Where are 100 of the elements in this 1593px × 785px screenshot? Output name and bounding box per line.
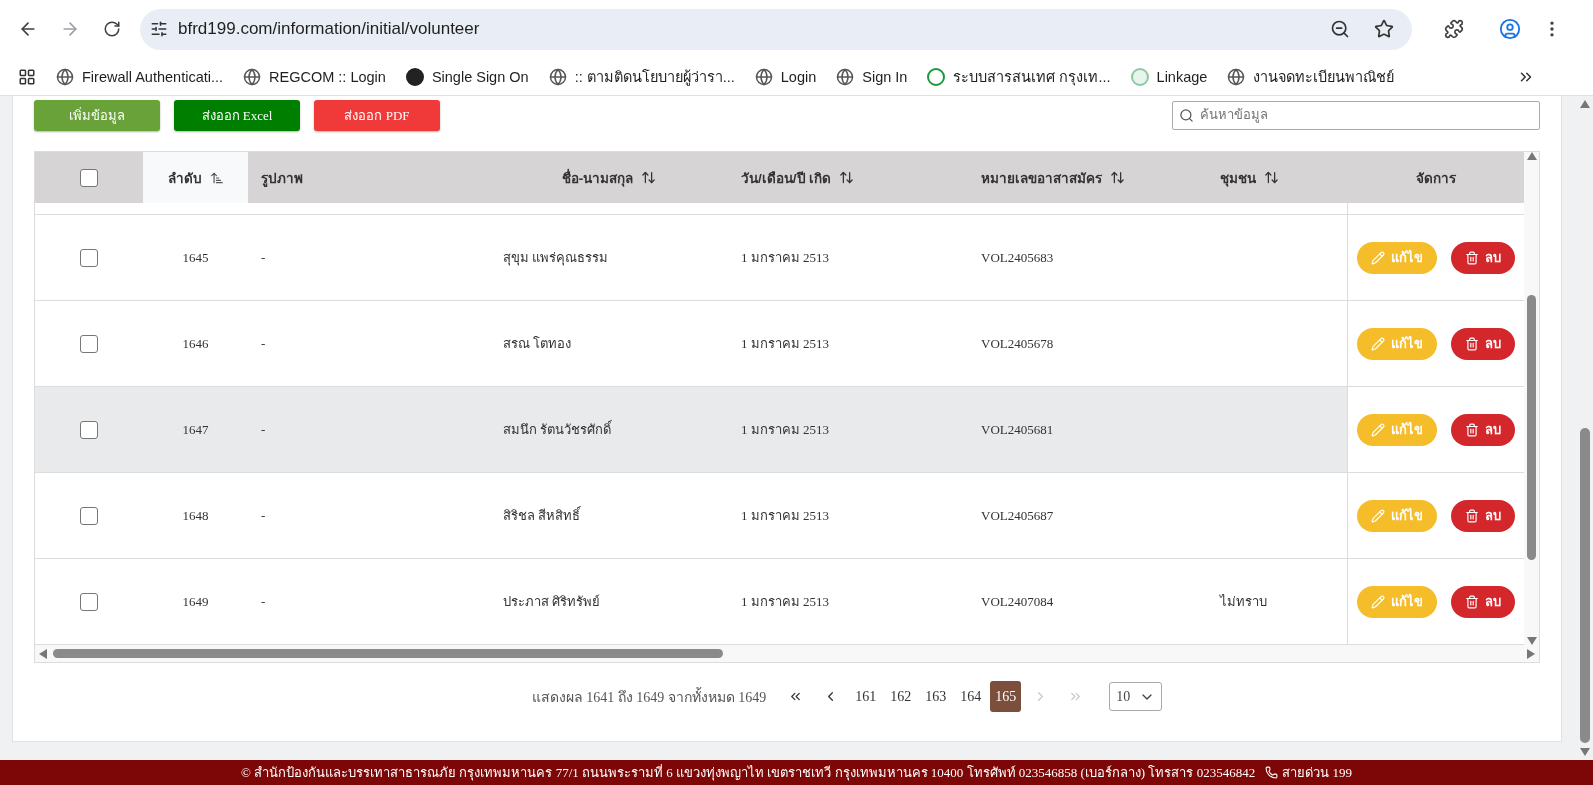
table-cell: VOL2405687 bbox=[981, 507, 1054, 524]
table-cell: VOL2405678 bbox=[981, 335, 1054, 352]
table-cell-text: สุขุม แพร่คุณธรรม bbox=[503, 249, 609, 268]
footer-text: © สำนักป้องกันและบรรเทาสาธารณภัย กรุงเทพมหานคร 77/1 ถนนพระรามที่ 6 แขวงทุ่งพญาไท เขตราชเทวี กรุงเทพมหานคร 10400 โทรศัพท์ 023546858 (เบอร์กลาง) โทรสาร 023546842 bbox=[241, 763, 1256, 783]
table-cell: VOL2405683 bbox=[981, 249, 1054, 266]
column-header[interactable]: ชุมชน bbox=[1220, 166, 1256, 189]
sort-icon[interactable] bbox=[1264, 170, 1279, 185]
bookmark-link[interactable]: REGCOM :: Login bbox=[243, 67, 386, 86]
scroll-down-arrow-icon[interactable] bbox=[1580, 748, 1590, 756]
bookmark-link[interactable]: Sign In bbox=[836, 67, 908, 86]
page-button[interactable]: 162 bbox=[885, 681, 917, 712]
puzzle-icon[interactable] bbox=[1444, 19, 1464, 39]
delete-button[interactable]: ลบ bbox=[1451, 585, 1515, 618]
table-cell: VOL2405681 bbox=[981, 421, 1054, 438]
page-button[interactable]: 163 bbox=[920, 681, 952, 712]
delete-button[interactable]: ลบ bbox=[1451, 327, 1515, 360]
delete-button[interactable]: ลบ bbox=[1451, 413, 1515, 446]
row-checkbox[interactable] bbox=[80, 506, 98, 525]
table-cell-text: 1 มกราคม 2513 bbox=[741, 507, 829, 525]
pencil-icon bbox=[1371, 422, 1385, 437]
scroll-up-arrow-icon[interactable] bbox=[1580, 100, 1590, 108]
hotline-text: สายด่วน 199 bbox=[1265, 762, 1352, 783]
address-bar[interactable]: bfrd199.com/information/initial/volunteer bbox=[140, 8, 1412, 50]
globe-icon bbox=[548, 67, 567, 86]
column-header[interactable]: หมายเลขอาสาสมัคร bbox=[981, 166, 1102, 189]
horizontal-scrollbar[interactable] bbox=[35, 645, 1539, 662]
table-cell: - bbox=[261, 335, 266, 352]
delete-button[interactable]: ลบ bbox=[1451, 499, 1515, 532]
table-row[interactable]: 1649 - ประภาส ศิริทรัพย์ 1 มกราคม 2513 VOL2407084 ไม่ทราบ แก้ไข ลบ bbox=[35, 559, 1524, 645]
table-cell: 1649 bbox=[182, 593, 209, 610]
bookmark-link[interactable]: :: ตามติดนโยบายผู้ว่ารา... bbox=[548, 65, 735, 88]
table-row[interactable]: 1648 - สิริชล สีหสิทธิ์ 1 มกราคม 2513 VOL2405687 แก้ไข ลบ bbox=[35, 473, 1524, 559]
globe-icon bbox=[243, 67, 262, 86]
bookmark-link[interactable]: Linkage bbox=[1130, 67, 1208, 86]
table-cell: VOL2407084 bbox=[981, 593, 1054, 610]
zoom-icon[interactable] bbox=[1330, 19, 1350, 39]
page-button[interactable]: 165 bbox=[990, 681, 1022, 712]
column-header[interactable]: ชื่อ-นามสกุล bbox=[561, 166, 634, 189]
table-cell-text: สรณ โตทอง bbox=[503, 335, 572, 353]
column-header: รูปภาพ bbox=[261, 169, 303, 189]
row-checkbox[interactable] bbox=[80, 420, 98, 439]
table-cell-text: 1 มกราคม 2513 bbox=[741, 335, 829, 353]
table-row[interactable]: 1645 - สุขุม แพร่คุณธรรม 1 มกราคม 2513 VOL2405683 แก้ไข ลบ bbox=[35, 215, 1524, 301]
table-row[interactable]: 1646 - สรณ โตทอง 1 มกราคม 2513 VOL2405678 แก้ไข ลบ bbox=[35, 301, 1524, 387]
delete-button[interactable]: ลบ bbox=[1451, 241, 1515, 274]
trash-icon bbox=[1465, 422, 1479, 437]
user-avatar-icon[interactable] bbox=[1499, 18, 1521, 40]
table-cell-text: สิริชล สีหสิทธิ์ bbox=[503, 505, 581, 525]
row-checkbox[interactable] bbox=[80, 592, 98, 611]
site-info-icon[interactable] bbox=[150, 20, 168, 38]
pagination-summary: แสดงผล 1641 ถึง 1649 จากทั้งหมด 1649 bbox=[531, 686, 767, 707]
pencil-icon bbox=[1371, 250, 1385, 265]
table-scrollbar[interactable] bbox=[1524, 152, 1539, 645]
bookmark-link[interactable]: Login bbox=[754, 67, 817, 86]
table-cell-text: สมนึก รัตนวัชรศักดิ์ bbox=[503, 419, 612, 439]
page-button[interactable]: 164 bbox=[955, 681, 987, 712]
column-header: จัดการ bbox=[1415, 169, 1456, 188]
table-cell-text: 1 มกราคม 2513 bbox=[741, 249, 829, 267]
scroll-left-arrow-icon[interactable] bbox=[39, 648, 47, 659]
table-row[interactable]: 1647 - สมนึก รัตนวัชรศักดิ์ 1 มกราคม 2513 VOL2405681 แก้ไข ลบ bbox=[35, 387, 1524, 473]
search-icon bbox=[1179, 107, 1194, 123]
pencil-icon bbox=[1371, 336, 1385, 351]
globe-icon bbox=[836, 67, 855, 86]
sort-ascending-icon[interactable] bbox=[209, 170, 224, 185]
pencil-icon bbox=[1371, 594, 1385, 609]
pencil-icon bbox=[1371, 508, 1385, 523]
apps-grid-icon[interactable] bbox=[18, 67, 36, 86]
sort-icon[interactable] bbox=[839, 170, 855, 185]
row-checkbox[interactable] bbox=[80, 248, 98, 267]
sort-icon[interactable] bbox=[1110, 170, 1125, 185]
bookmark-link[interactable]: Single Sign On bbox=[405, 67, 529, 86]
page-button[interactable]: 161 bbox=[850, 681, 882, 712]
pdf-button[interactable]: ส่งออก PDF bbox=[314, 99, 440, 131]
scroll-up-arrow-icon[interactable] bbox=[1526, 152, 1537, 160]
bookmark-link[interactable]: Firewall Authenticati... bbox=[56, 67, 224, 86]
reload-icon[interactable] bbox=[103, 20, 121, 38]
row-checkbox[interactable] bbox=[80, 334, 98, 353]
globe-icon bbox=[1227, 67, 1246, 86]
column-header[interactable]: วัน/เดือน/ปี เกิด bbox=[741, 166, 832, 189]
bookmark-link[interactable]: ระบบสารสนเทศ กรุงเท... bbox=[927, 65, 1111, 88]
trash-icon bbox=[1465, 250, 1479, 265]
table-cell: - bbox=[261, 249, 266, 266]
table-cell: 1646 bbox=[182, 335, 209, 352]
scroll-down-arrow-icon[interactable] bbox=[1526, 637, 1537, 645]
sort-icon[interactable] bbox=[641, 170, 657, 185]
table-cell-text: 1 มกราคม 2513 bbox=[741, 421, 829, 439]
trash-icon bbox=[1465, 508, 1479, 523]
star-icon[interactable] bbox=[1374, 19, 1394, 39]
excel-button[interactable]: ส่งออก Excel bbox=[174, 99, 300, 131]
scroll-right-arrow-icon[interactable] bbox=[1527, 648, 1535, 659]
search-field[interactable]: ค้นหาข้อมูล bbox=[1172, 100, 1540, 130]
bookmark-link[interactable]: งานจดทะเบียนพาณิชย์ bbox=[1227, 65, 1395, 88]
table-cell-text: ไม่ทราบ bbox=[1220, 593, 1267, 611]
table-cell: 1647 bbox=[182, 421, 209, 438]
page-size-select[interactable]: 10 bbox=[1109, 682, 1163, 711]
column-header[interactable]: ลำดับ bbox=[167, 166, 202, 189]
globe-icon bbox=[56, 67, 74, 86]
select-all-checkbox[interactable] bbox=[80, 168, 98, 187]
globe-icon bbox=[754, 67, 773, 86]
table-cell: - bbox=[261, 507, 266, 524]
